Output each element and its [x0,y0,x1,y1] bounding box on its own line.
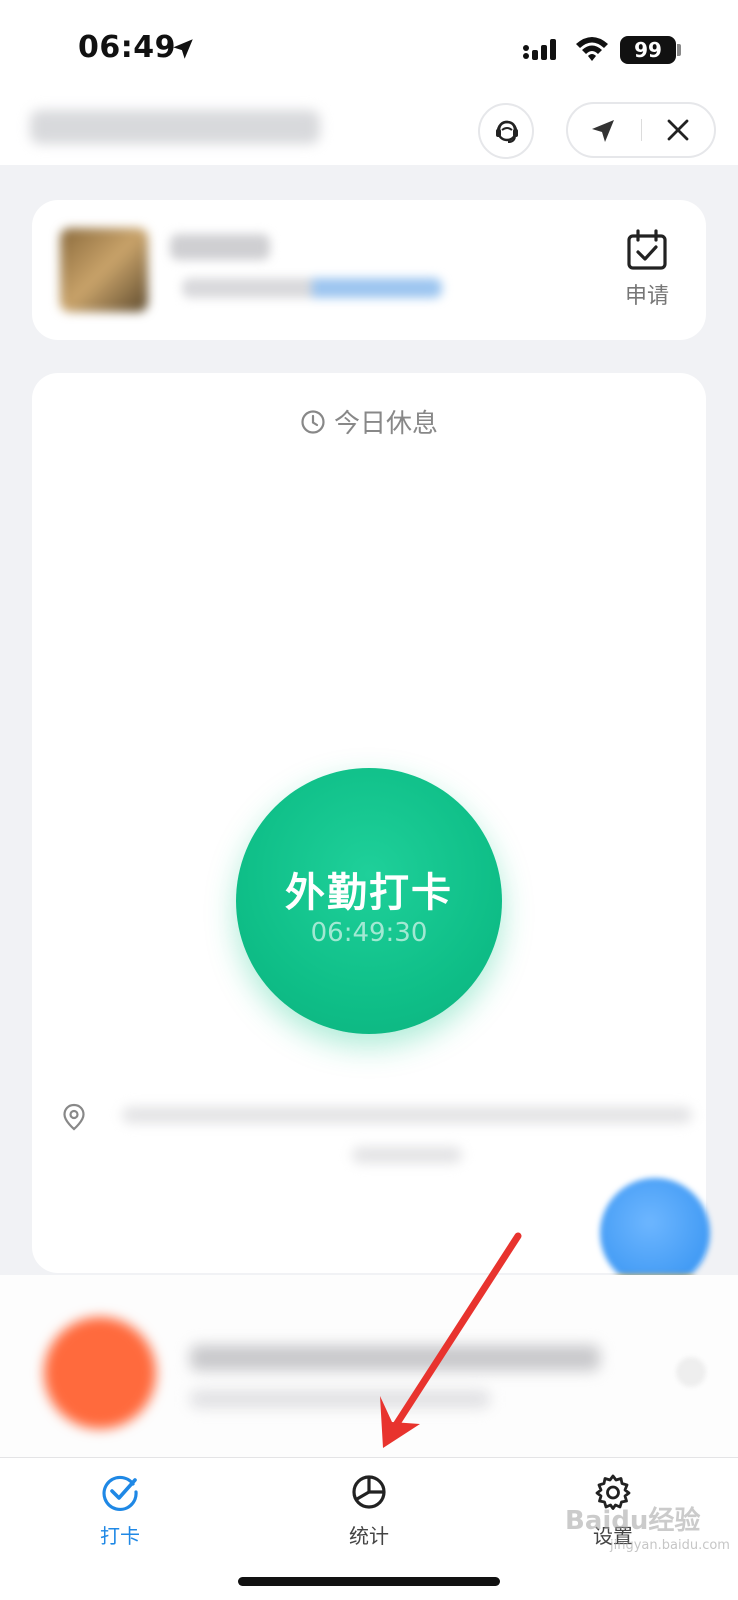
tab-clock-in-label: 打卡 [100,1524,140,1548]
redacted-address-line-1 [122,1107,692,1123]
promo-banner[interactable] [0,1275,738,1457]
redacted-promo-title [190,1345,600,1371]
calendar-check-icon [627,229,667,270]
watermark-url: jingyan.baidu.com [610,1538,730,1553]
location-row [62,1095,702,1185]
redacted-title [30,110,320,144]
apply-label: 申请 [624,284,669,309]
status-time: 06:49 [78,30,176,65]
battery-indicator: 99 [620,36,676,64]
floating-assistant-button[interactable] [600,1178,710,1288]
cellular-signal-icon [523,39,556,60]
promo-logo [44,1317,156,1429]
clock-in-time: 06:49:30 [310,918,428,948]
mini-program-capsule [566,102,716,158]
app-screen: 06:49 99 申请 今日休息 外勤打卡 06:49:30 打卡 统计 设置 … [0,0,738,1600]
capsule-divider [641,119,642,141]
location-services-icon [173,39,193,59]
headset-icon [496,120,518,143]
avatar [60,228,148,312]
apply-button[interactable]: 申请 [612,228,682,318]
profile-card: 申请 [32,200,706,340]
clock-icon [301,409,325,434]
field-clock-in-button[interactable]: 外勤打卡 06:49:30 [236,768,502,1034]
redacted-address-line-2 [352,1147,462,1163]
customer-support-button[interactable] [478,103,534,159]
navigation-arrow-icon[interactable] [588,116,618,146]
status-bar: 06:49 99 [0,0,738,95]
app-header [0,95,738,165]
battery-nub [677,44,681,56]
clock-in-label: 外勤打卡 [285,870,453,916]
rest-status-text: 今日休息 [333,409,438,439]
close-icon[interactable] [664,116,692,144]
check-tab-icon [102,1475,138,1512]
tab-statistics-label: 统计 [349,1524,389,1548]
pie-chart-icon [352,1475,386,1509]
location-pin-icon [63,1103,85,1131]
wifi-icon [576,37,608,61]
tab-statistics[interactable]: 统计 [309,1472,429,1549]
home-indicator [238,1577,500,1586]
watermark-logo: Baidu经验 [565,1506,701,1536]
redacted-name [170,234,270,260]
redacted-promo-subtitle [190,1390,490,1408]
attendance-card: 今日休息 外勤打卡 06:49:30 [32,373,706,1273]
redacted-department [182,278,442,298]
tab-clock-in[interactable]: 打卡 [60,1472,180,1549]
rest-status-row: 今日休息 [32,403,706,443]
promo-close-button[interactable] [676,1357,706,1387]
